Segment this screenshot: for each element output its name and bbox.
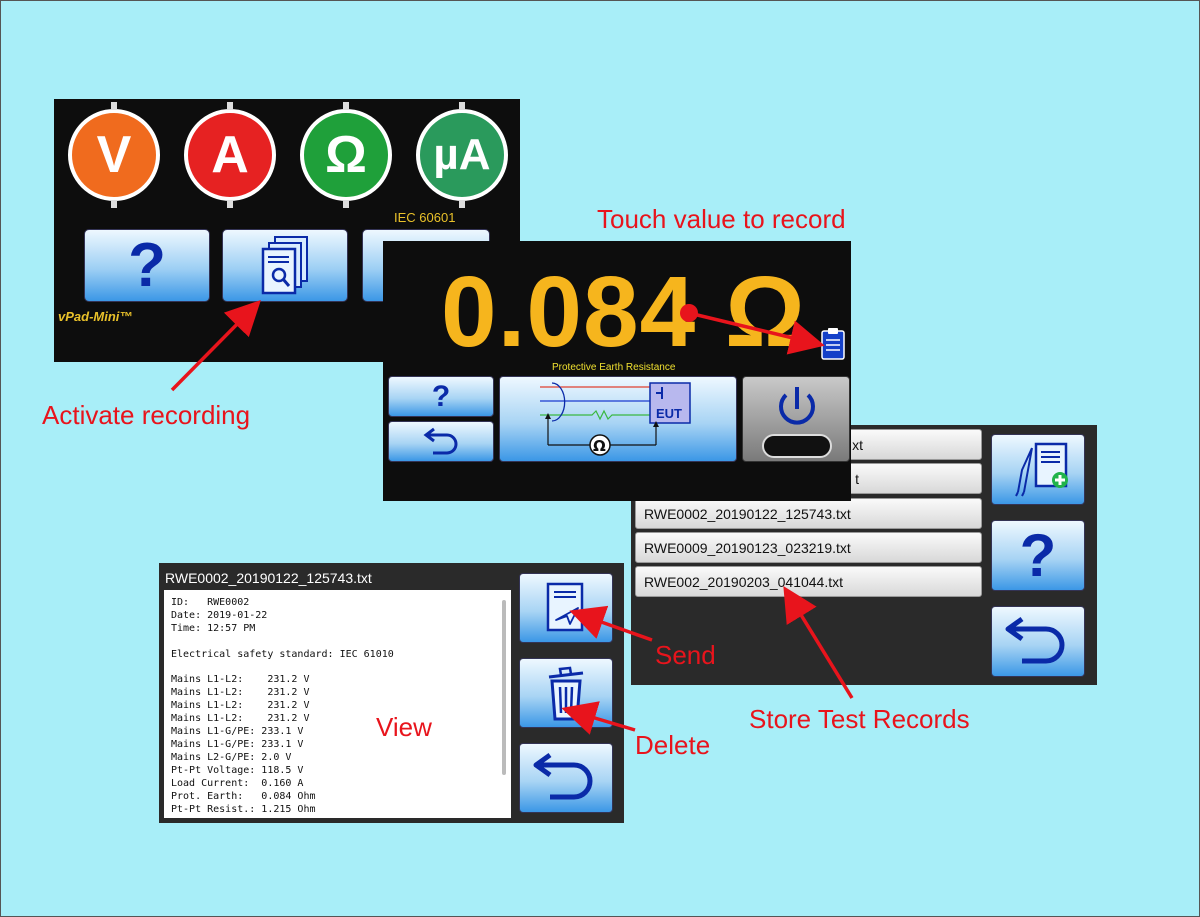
record-line: Mains L1-L2: 231.2 V — [171, 674, 310, 686]
record-line: Time: 12:57 PM — [171, 622, 256, 634]
scrollbar[interactable] — [502, 600, 506, 775]
new-record-button[interactable] — [991, 434, 1085, 505]
record-line — [171, 662, 394, 675]
annotation-send: Send — [655, 640, 716, 670]
record-line: Mains L1-L2: 231.2 V — [171, 713, 310, 725]
trash-icon — [548, 666, 584, 721]
ohm-symbol: Ω — [593, 437, 606, 455]
record-line: Mains L1-L2: 231.2 V — [171, 700, 310, 712]
record-filename: RWE002_20190203_041044.txt — [644, 574, 844, 590]
resistance-meter-button[interactable]: Ω — [300, 102, 392, 208]
documents-search-icon — [261, 235, 308, 294]
back-arrow-icon — [1005, 616, 1065, 663]
meter-label: Ω — [325, 126, 367, 184]
voltage-meter-button[interactable]: V — [68, 102, 160, 208]
record-filename: RWE0009_20190123_023219.txt — [644, 540, 851, 556]
record-filename: xt — [852, 437, 863, 453]
standard-label: IEC 60601 — [394, 210, 456, 225]
annotation-store-records: Store Test Records — [749, 704, 970, 734]
record-item[interactable]: RWE0002_20190122_125743.txt — [635, 498, 982, 529]
measurement-screen: 0.084 Ω Protective Earth Resistance ? EU… — [383, 241, 851, 501]
record-line: Mains L2-G/PE: 2.0 V — [171, 751, 292, 763]
measured-value[interactable]: 0.084 Ω — [441, 255, 806, 370]
circuit-diagram-panel[interactable]: EUT Ω — [499, 376, 737, 462]
current-meter-button[interactable]: A — [184, 102, 276, 208]
annotation-activate-recording: Activate recording — [42, 400, 251, 430]
send-button[interactable] — [519, 573, 613, 643]
help-icon: ? — [431, 379, 451, 413]
record-line: Date: 2019-01-22 — [171, 609, 268, 621]
help-icon: ? — [1019, 522, 1057, 589]
records-button[interactable] — [222, 229, 348, 302]
record-item[interactable]: RWE002_20190203_041044.txt — [635, 566, 982, 597]
record-item[interactable]: RWE0009_20190123_023219.txt — [635, 532, 982, 563]
back-arrow-icon — [533, 752, 593, 800]
power-icon — [762, 387, 832, 458]
back-button[interactable] — [519, 743, 613, 813]
record-filename: RWE0002_20190122_125743.txt — [644, 506, 851, 522]
help-button[interactable]: ? — [991, 520, 1085, 591]
meter-label: V — [96, 126, 132, 184]
record-line: Mains L1-L2: 231.2 V — [171, 687, 310, 699]
power-button[interactable] — [742, 376, 850, 462]
back-button[interactable] — [388, 421, 494, 462]
clipboard-record-icon[interactable] — [820, 327, 846, 361]
annotation-delete: Delete — [635, 730, 711, 760]
back-button[interactable] — [991, 606, 1085, 677]
record-line: Pt-Pt Voltage: 118.5 V — [171, 764, 304, 776]
help-icon: ? — [128, 231, 166, 300]
help-button[interactable]: ? — [388, 376, 494, 417]
test-name-label: Protective Earth Resistance — [552, 362, 676, 373]
brand-logo: vPad-Mini™ — [58, 309, 133, 324]
view-title: RWE0002_20190122_125743.txt — [165, 570, 372, 586]
record-content-box[interactable]: ID: RWE0002 Date: 2019-01-22 Time: 12:57 P… — [164, 590, 511, 818]
record-line: Prot. Earth: 0.084 Ohm — [171, 790, 316, 802]
record-line: Mains L1-G/PE: 233.1 V — [171, 726, 304, 738]
add-record-icon — [1015, 442, 1068, 496]
leakage-meter-button[interactable]: µA — [416, 102, 508, 208]
record-line: Pt-Pt Resist.: 1.215 Ohm — [171, 803, 316, 815]
annotation-touch-value: Touch value to record — [597, 204, 846, 234]
record-line: Load Current: 0.160 A — [171, 777, 304, 789]
record-content-text: ID: RWE0002 Date: 2019-01-22 Time: 12:57 P… — [171, 597, 394, 816]
meter-label: µA — [433, 130, 491, 179]
record-line — [171, 636, 394, 649]
delete-button[interactable] — [519, 658, 613, 728]
record-line: ID: RWE0002 — [171, 597, 250, 608]
eut-label: EUT — [656, 406, 682, 421]
meter-label: A — [211, 126, 249, 184]
send-document-icon — [546, 582, 584, 632]
view-record-screen: RWE0002_20190122_125743.txt ID: RWE0002 D… — [159, 563, 624, 823]
help-button[interactable]: ? — [84, 229, 210, 302]
record-filename: t — [855, 471, 859, 487]
record-line: Mains L1-G/PE: 233.1 V — [171, 738, 304, 750]
back-arrow-icon — [423, 427, 458, 454]
earth-resistance-circuit-icon: EUT Ω — [540, 382, 691, 456]
annotation-view: View — [376, 712, 432, 742]
record-line: Electrical safety standard: IEC 61010 — [171, 648, 394, 660]
